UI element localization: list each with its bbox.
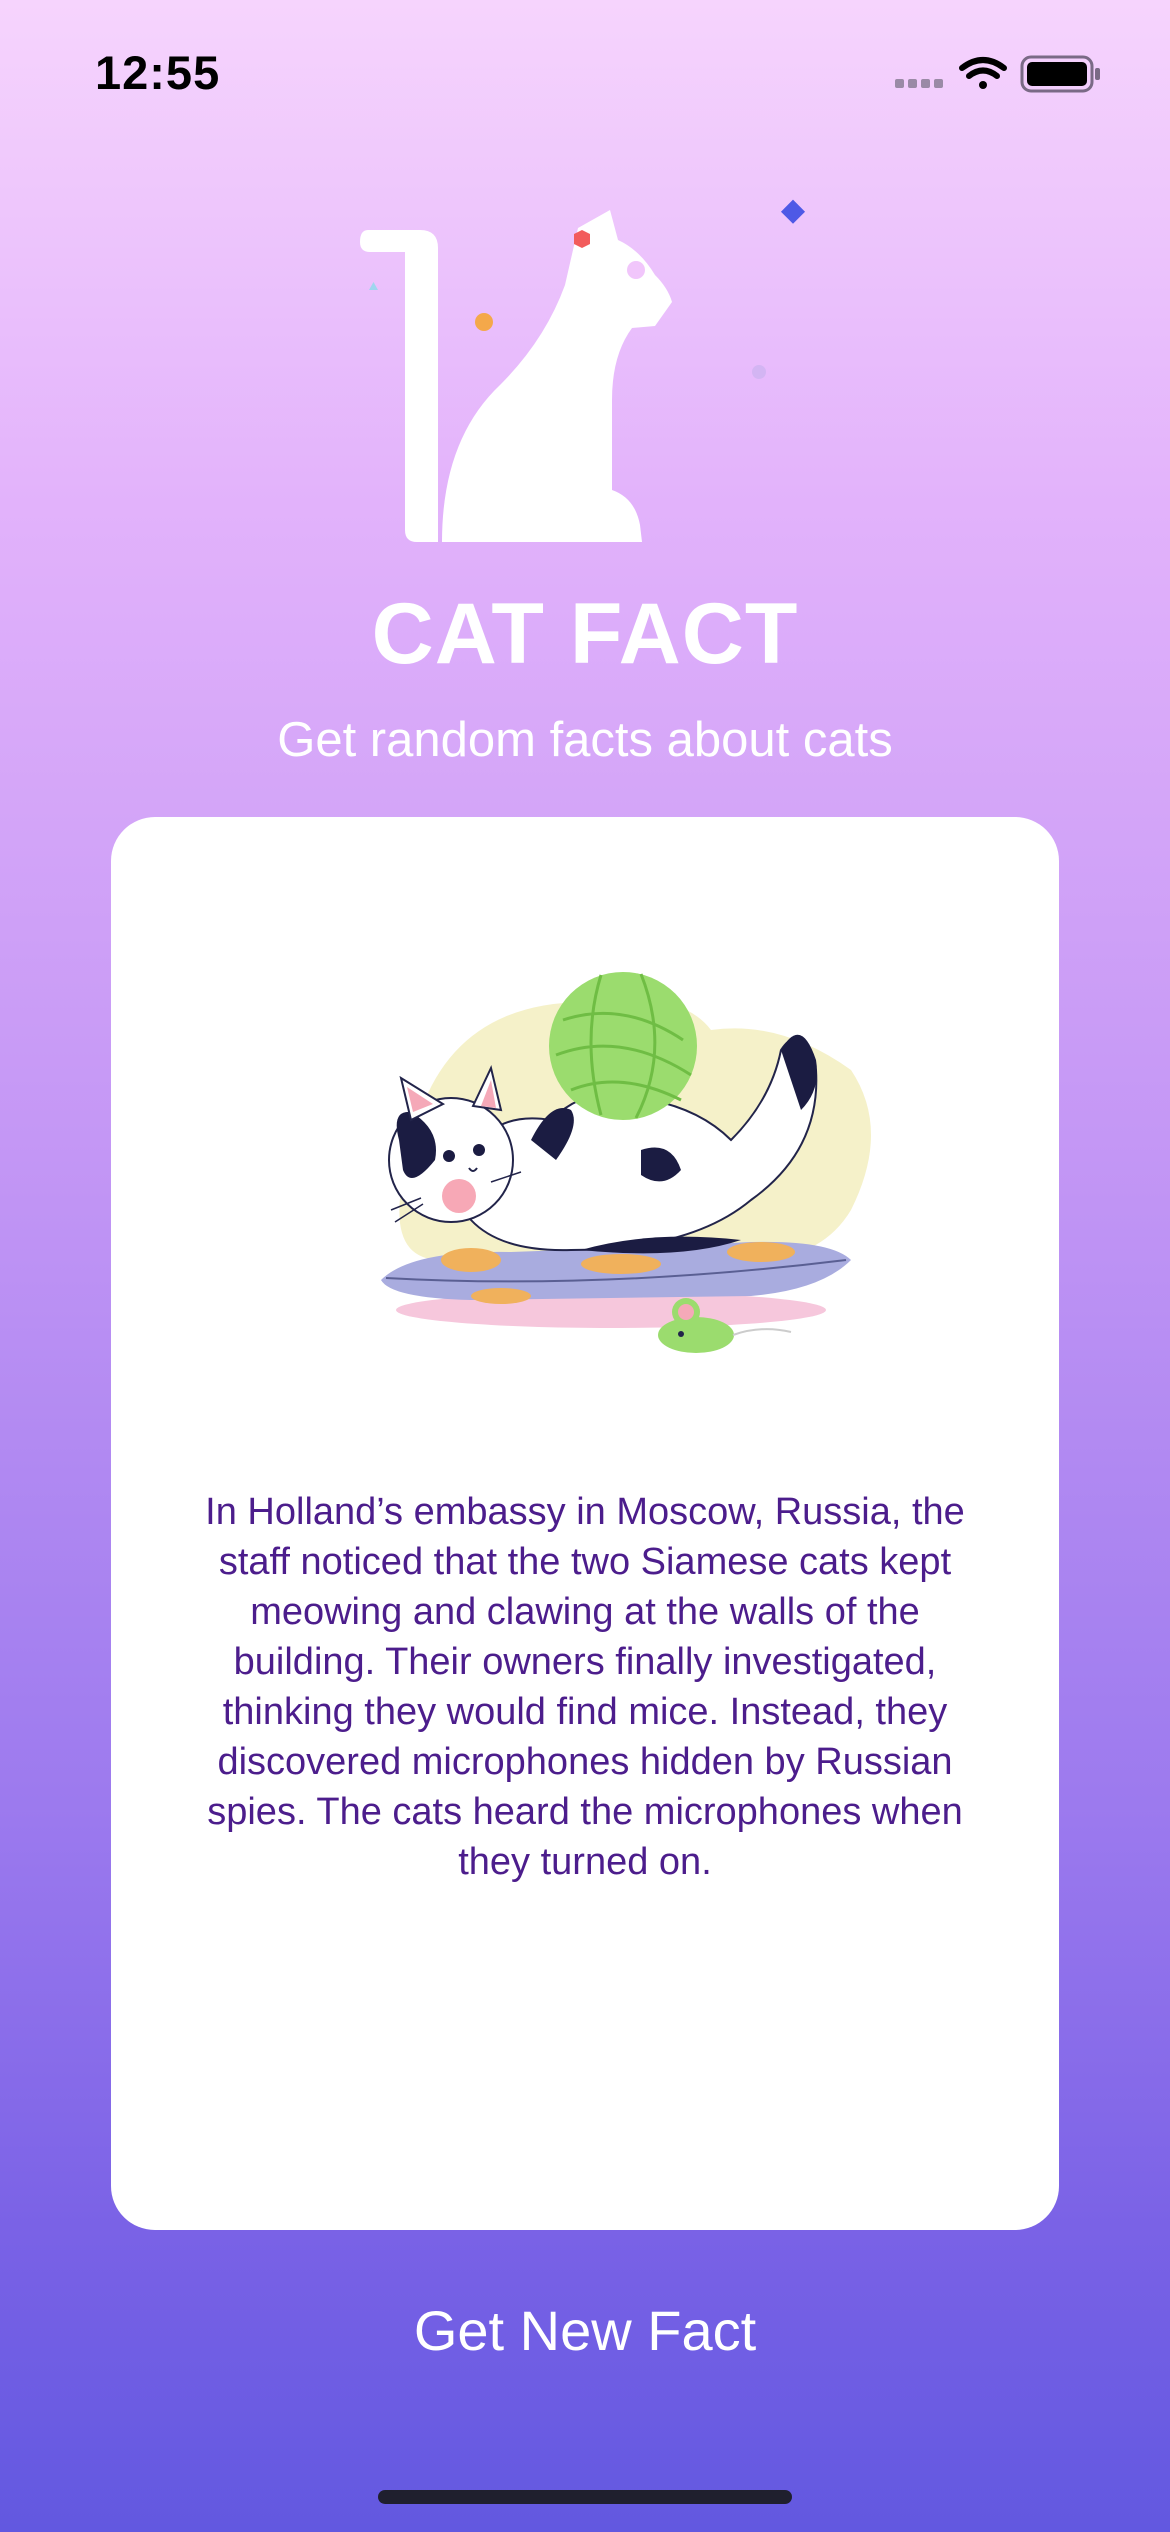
app-title: CAT FACT — [371, 586, 799, 682]
status-bar: 12:55 — [0, 0, 1170, 150]
status-time: 12:55 — [95, 46, 221, 99]
app-subtitle: Get random facts about cats — [277, 713, 893, 767]
battery-icon — [1020, 55, 1100, 93]
confetti-diamond — [780, 199, 806, 224]
wifi-icon — [959, 57, 1007, 89]
fact-card: In Holland’s embassy in Moscow, Russia, … — [111, 817, 1059, 2230]
confetti-dot-lavender — [752, 365, 766, 379]
cat-eye — [627, 261, 645, 279]
get-new-fact-button[interactable]: Get New Fact — [335, 2280, 835, 2380]
home-indicator[interactable] — [378, 2490, 792, 2504]
confetti-triangle — [369, 282, 378, 290]
cat-silhouette-icon — [360, 210, 672, 542]
cat-logo — [360, 199, 806, 542]
status-icons — [895, 55, 1100, 93]
fact-text: In Holland’s embassy in Moscow, Russia, … — [205, 1491, 965, 1883]
cat-with-yarn-illustration — [381, 972, 871, 1353]
confetti-dot-orange — [475, 313, 493, 331]
cellular-signal-icon — [895, 79, 943, 88]
